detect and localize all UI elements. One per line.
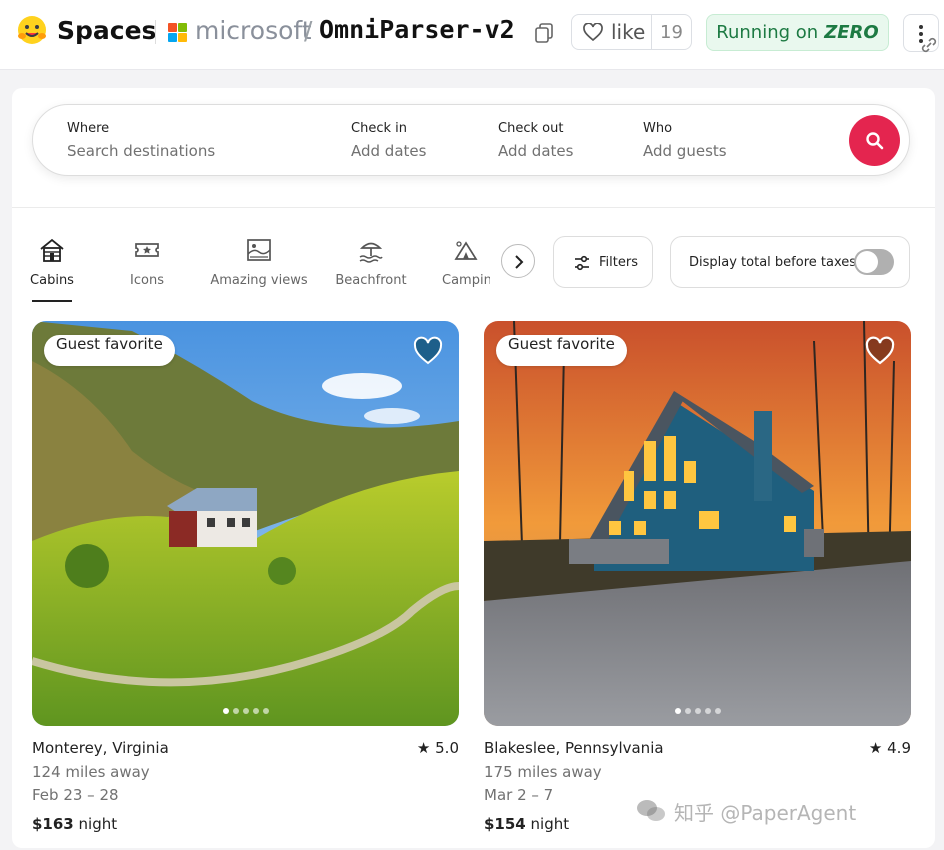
org-link[interactable]: microsoft <box>195 16 312 45</box>
star-icon: ★ <box>868 739 888 757</box>
listing-price: $163 night <box>32 815 117 833</box>
category-label: Camping <box>442 273 490 288</box>
listing-photo[interactable]: Guest favorite <box>32 321 459 726</box>
listing-card[interactable]: Guest favorite Blakeslee, Pennsylvania ★… <box>484 321 911 841</box>
listing-dates: Mar 2 – 7 <box>484 786 554 804</box>
tax-display-label: Display total before taxes <box>689 255 857 270</box>
section-divider <box>12 207 935 208</box>
microsoft-logo-icon <box>168 23 187 42</box>
listing-rating: ★ 4.9 <box>869 739 911 757</box>
spaces-link[interactable]: Spaces <box>57 16 156 45</box>
landscape-icon <box>247 239 271 261</box>
listing-location: Monterey, Virginia <box>32 739 169 757</box>
checkout-input[interactable]: Add dates <box>498 142 573 160</box>
path-separator: / <box>304 16 313 45</box>
link-icon[interactable] <box>920 36 938 54</box>
like-button[interactable]: like 19 <box>571 14 692 50</box>
wechat-icon <box>637 800 665 821</box>
category-label: Amazing views <box>210 273 308 288</box>
status-hardware: ZERO <box>824 22 879 43</box>
heart-filled-icon[interactable] <box>413 336 443 366</box>
categories-next-button[interactable] <box>501 244 535 278</box>
where-field[interactable]: Where Search destinations <box>67 121 327 163</box>
category-amazing-views[interactable]: Amazing views <box>207 231 311 305</box>
copy-icon[interactable] <box>535 23 553 43</box>
sliders-icon <box>575 255 589 271</box>
listing-rating: ★ 5.0 <box>417 739 459 757</box>
like-label: like <box>611 20 646 44</box>
category-label: Icons <box>130 273 164 288</box>
category-camping[interactable]: Camping <box>442 231 490 305</box>
cabin-icon <box>40 238 64 262</box>
search-bar: Where Search destinations Check in Add d… <box>32 104 910 176</box>
listing-distance: 124 miles away <box>32 763 150 781</box>
hf-header: Spaces microsoft / OmniParser-v2 like 19… <box>0 0 944 70</box>
listing-image-aframe-cabin <box>484 321 911 726</box>
category-beachfront[interactable]: Beachfront <box>328 231 414 305</box>
guest-favorite-badge: Guest favorite <box>44 335 175 366</box>
price-unit: night <box>73 815 118 833</box>
checkin-input[interactable]: Add dates <box>351 142 426 160</box>
header-divider <box>155 20 156 44</box>
who-input[interactable]: Add guests <box>643 142 727 160</box>
tax-display-toggle[interactable] <box>854 249 894 275</box>
rating-value: 5.0 <box>435 739 459 757</box>
who-title: Who <box>643 121 673 136</box>
tent-icon <box>454 241 478 260</box>
listing-image-cabin-hillside <box>32 321 459 726</box>
where-title: Where <box>67 121 110 136</box>
listing-card[interactable]: Guest favorite Monterey, Virginia ★ 5.0 … <box>32 321 459 841</box>
tax-display-toggle-row: Display total before taxes <box>670 236 910 288</box>
listing-photo[interactable]: Guest favorite <box>484 321 911 726</box>
status-badge[interactable]: Running on ZERO <box>706 14 889 51</box>
price-value: $154 <box>484 815 526 833</box>
checkout-field[interactable]: Check out Add dates <box>498 121 618 163</box>
active-underline <box>32 300 72 302</box>
category-icons[interactable]: Icons <box>127 231 167 305</box>
category-label: Beachfront <box>335 273 407 288</box>
app-container: Where Search destinations Check in Add d… <box>12 88 935 848</box>
search-button[interactable] <box>849 115 900 166</box>
price-value: $163 <box>32 815 74 833</box>
filters-label: Filters <box>599 255 638 270</box>
where-input[interactable]: Search destinations <box>67 142 215 160</box>
star-icon: ★ <box>416 739 436 757</box>
checkout-title: Check out <box>498 121 564 136</box>
who-field[interactable]: Who Add guests <box>643 121 763 163</box>
listing-dates: Feb 23 – 28 <box>32 786 119 804</box>
search-icon <box>866 132 884 150</box>
heart-outline-icon[interactable] <box>865 336 895 366</box>
listing-distance: 175 miles away <box>484 763 602 781</box>
checkin-field[interactable]: Check in Add dates <box>351 121 471 163</box>
filters-button[interactable]: Filters <box>553 236 653 288</box>
category-label: Cabins <box>30 273 74 288</box>
like-count[interactable]: 19 <box>652 22 691 43</box>
status-prefix: Running on <box>716 22 819 43</box>
chevron-right-icon <box>515 255 524 269</box>
category-cabins[interactable]: Cabins <box>24 231 80 305</box>
photo-carousel-dots[interactable] <box>222 708 269 714</box>
heart-outline-icon <box>583 23 603 41</box>
like-toggle[interactable]: like <box>572 15 652 49</box>
listing-location: Blakeslee, Pennsylvania <box>484 739 664 757</box>
hugging-face-logo-icon[interactable] <box>16 14 48 46</box>
watermark-text: 知乎 @PaperAgent <box>674 800 857 825</box>
beach-icon <box>359 242 383 263</box>
repo-name-link[interactable]: OmniParser-v2 <box>319 15 515 44</box>
watermark: 知乎 @PaperAgent <box>636 794 926 828</box>
guest-favorite-badge: Guest favorite <box>496 335 627 366</box>
ticket-icon <box>135 243 159 257</box>
checkin-title: Check in <box>351 121 407 136</box>
photo-carousel-dots[interactable] <box>674 708 721 714</box>
price-unit: night <box>525 815 570 833</box>
rating-value: 4.9 <box>887 739 911 757</box>
listing-price: $154 night <box>484 815 569 833</box>
